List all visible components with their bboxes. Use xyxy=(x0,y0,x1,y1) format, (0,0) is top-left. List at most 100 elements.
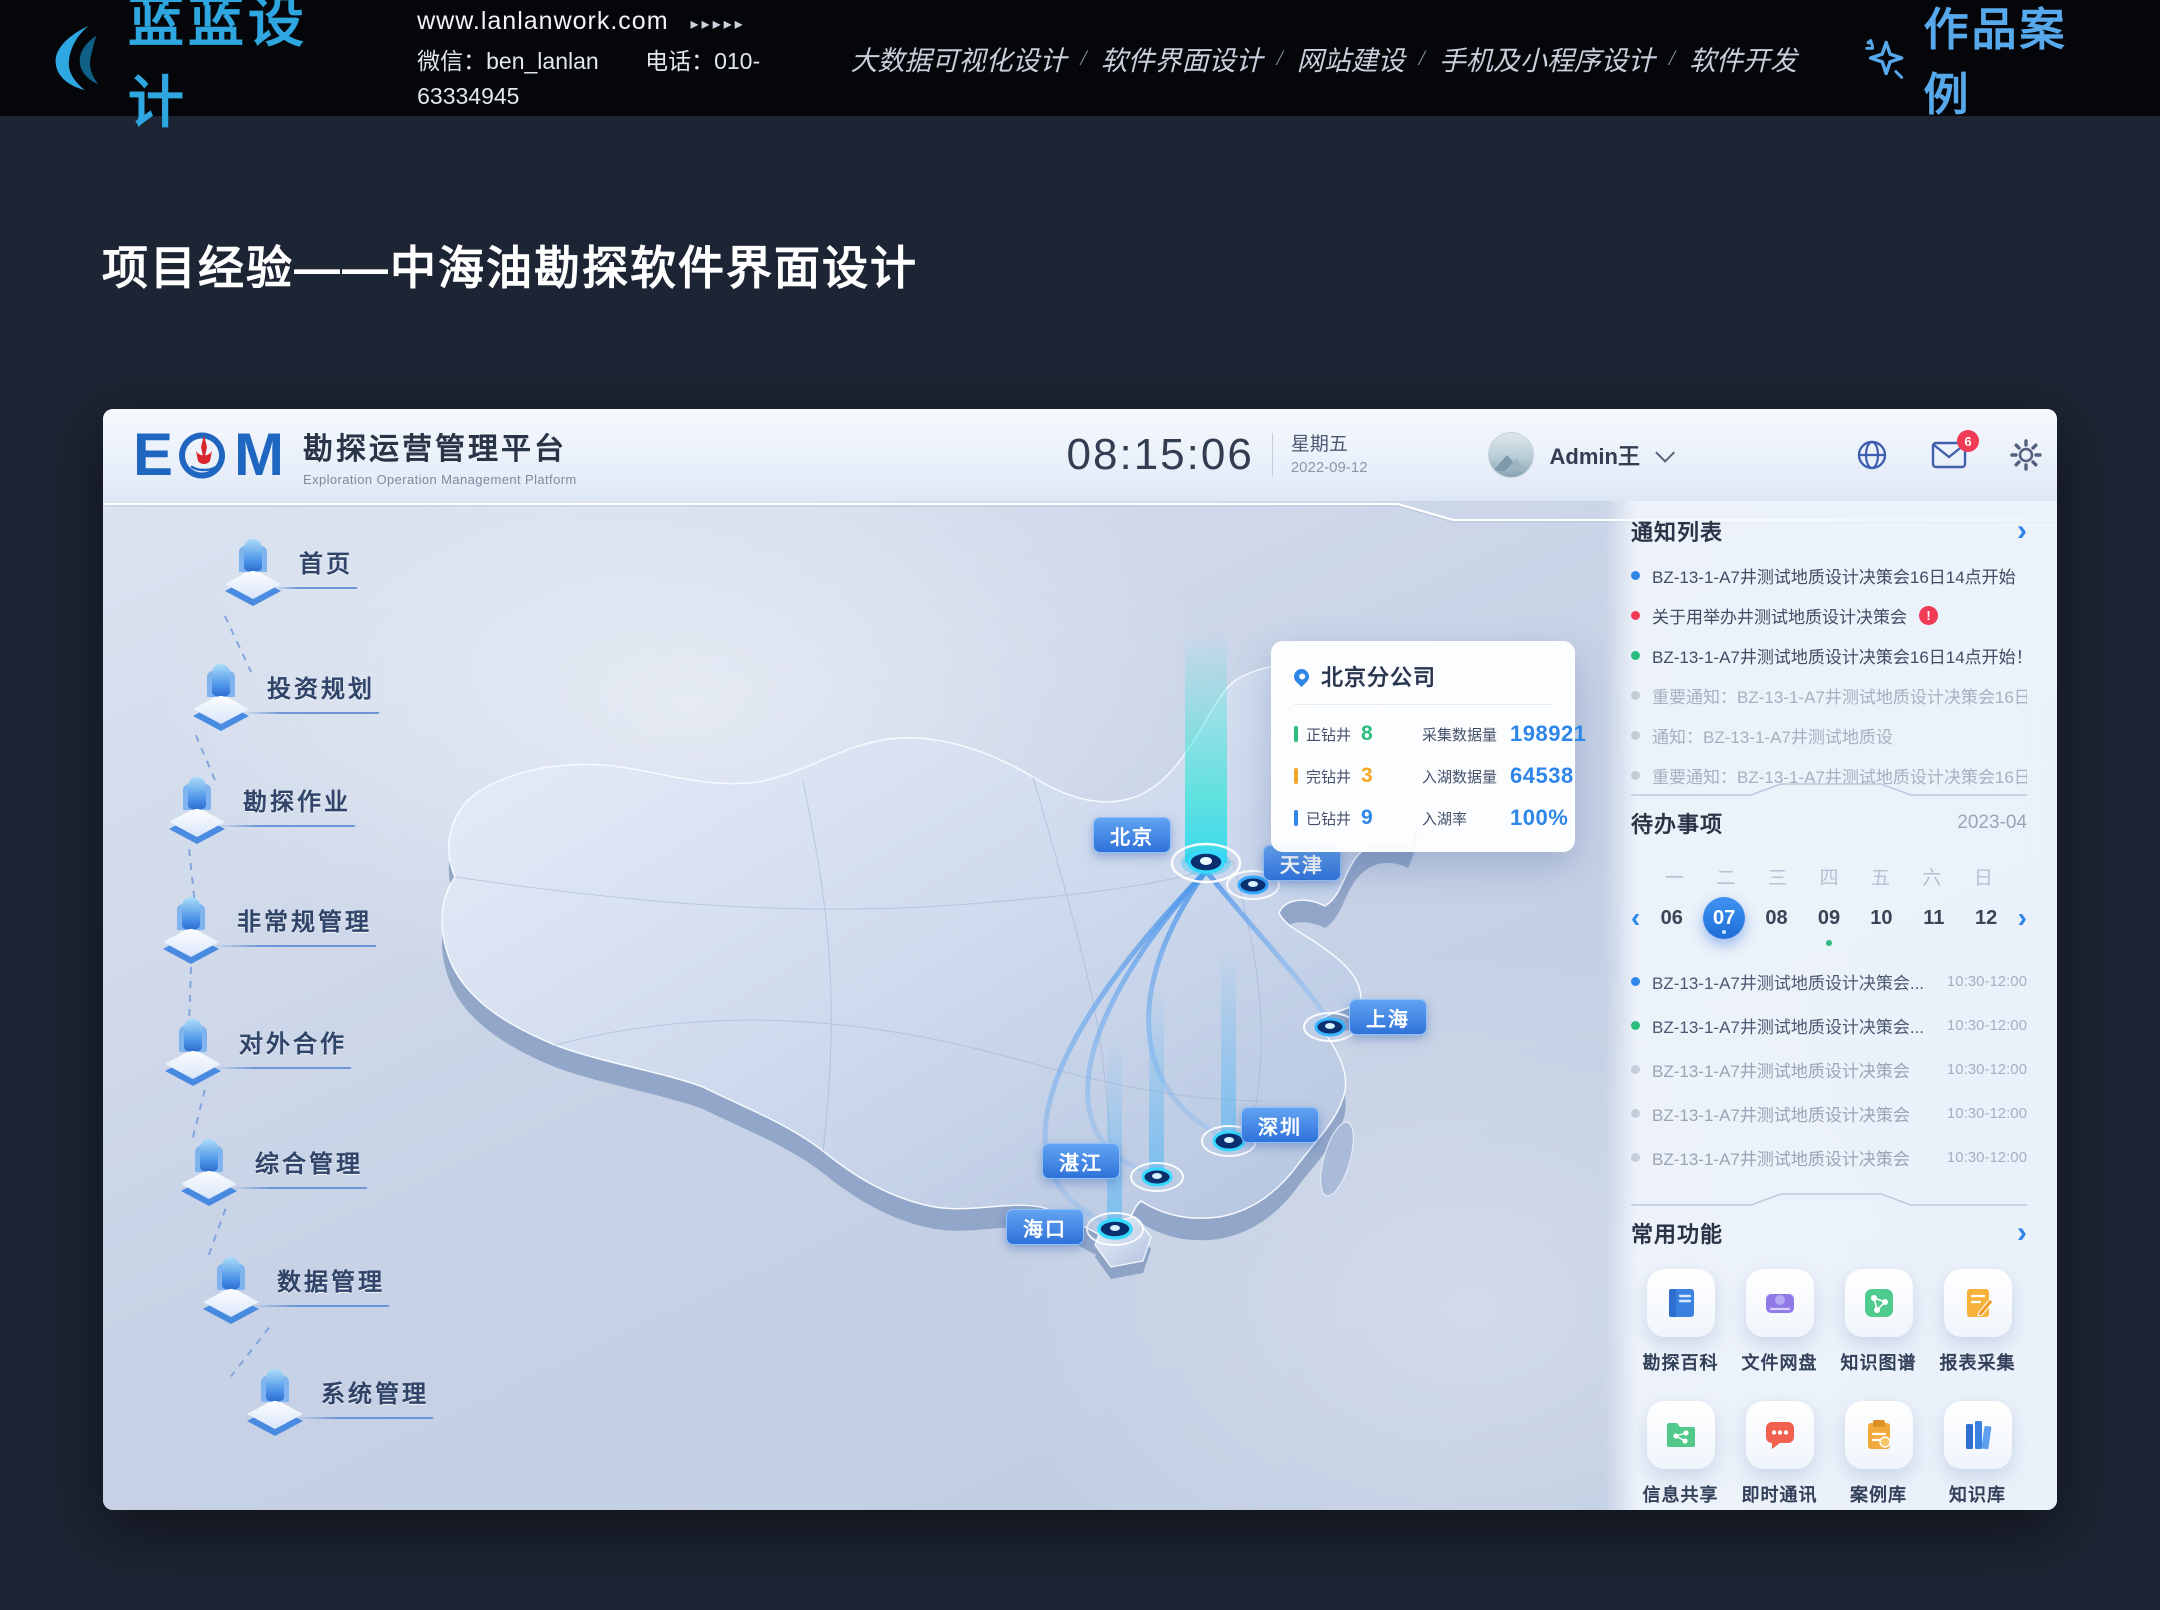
todo-item[interactable]: BZ-13-1-A7井测试地质设计决策会 10:30-12:00 xyxy=(1631,1057,2027,1082)
system-mgmt-3d-icon xyxy=(243,1361,307,1433)
status-dot-icon xyxy=(1631,651,1640,660)
website-url[interactable]: www.lanlanwork.com xyxy=(417,7,668,35)
functions-more-arrow-icon[interactable]: › xyxy=(2017,1223,2027,1243)
todo-item[interactable]: BZ-13-1-A7井测试地质设计决策会 10:30-12:00 xyxy=(1631,1145,2027,1170)
avatar[interactable] xyxy=(1488,432,1534,478)
sidebar-item-label: 对外合作 xyxy=(239,1024,347,1069)
stat-label: 正钻井 xyxy=(1306,724,1351,745)
sidebar-item-data-mgmt[interactable]: 数据管理 xyxy=(199,1249,385,1321)
nav-separator: / xyxy=(1277,45,1283,71)
lanlan-logo-icon xyxy=(40,21,112,95)
todo-time: 10:30-12:00 xyxy=(1947,973,2027,990)
func-knowledge-graph[interactable]: 知识图谱 xyxy=(1841,1269,1917,1375)
sidebar-item-exploration[interactable]: 勘探作业 xyxy=(165,769,351,841)
nav-item-dev[interactable]: 软件开发 xyxy=(1689,39,1797,78)
globe-icon[interactable] xyxy=(1855,438,1889,472)
calendar-date[interactable]: 11 xyxy=(1913,897,1955,939)
sidebar-item-label: 数据管理 xyxy=(277,1262,385,1307)
weekday-label: 四 xyxy=(1819,863,1838,890)
func-report-collect[interactable]: 报表采集 xyxy=(1940,1269,2016,1375)
func-knowledge-base[interactable]: 知识库 xyxy=(1944,1401,2012,1507)
nav-item-software-ui[interactable]: 软件界面设计 xyxy=(1101,39,1263,78)
calendar-date[interactable]: 08 xyxy=(1756,897,1798,939)
calendar-date-selected[interactable]: 07 xyxy=(1703,897,1745,939)
sidebar-item-investment[interactable]: 投资规划 xyxy=(189,656,375,728)
books-icon xyxy=(1958,1415,1998,1455)
notification-item[interactable]: BZ-13-1-A7井测试地质设计决策会16日14点开始 NEW xyxy=(1631,563,2027,588)
notification-item[interactable]: 通知：BZ-13-1-A7井测试地质设 xyxy=(1631,723,2027,748)
stat-value: 8 xyxy=(1361,722,1373,746)
drive-icon xyxy=(1760,1283,1800,1323)
notification-item[interactable]: BZ-13-1-A7井测试地质设计决策会16日14点开始！ xyxy=(1631,643,2027,668)
cnooc-emblem-icon xyxy=(176,427,232,483)
user-menu[interactable]: Admin王 xyxy=(1488,432,1670,478)
stat-lake-rate: 入湖率 100% xyxy=(1422,805,1586,831)
ecm-logo[interactable]: E M xyxy=(133,425,285,485)
todo-item[interactable]: BZ-13-1-A7井测试地质设计决策会... 10:30-12:00 xyxy=(1631,969,2027,994)
site-logo[interactable]: 蓝蓝设计 xyxy=(40,0,361,139)
sidebar-item-general-mgmt[interactable]: 综合管理 xyxy=(177,1131,363,1203)
sidebar-item-cooperation[interactable]: 对外合作 xyxy=(161,1011,347,1083)
stat-drilling-done: 完钻井 3 xyxy=(1294,763,1412,789)
sidebar-item-home[interactable]: 首页 xyxy=(221,531,353,603)
notification-list: BZ-13-1-A7井测试地质设计决策会16日14点开始 NEW 关于用举办井测… xyxy=(1631,563,2027,788)
calendar-date[interactable]: 12 xyxy=(1965,897,2007,939)
alert-badge-icon: ! xyxy=(1919,606,1938,625)
notification-item[interactable]: 重要通知：BZ-13-1-A7井测试地质设计决策会16日14... xyxy=(1631,683,2027,708)
func-case-library[interactable]: 案例库 xyxy=(1845,1401,1913,1507)
sidebar-item-label: 投资规划 xyxy=(267,669,375,714)
sidebar-item-label: 系统管理 xyxy=(321,1374,429,1419)
calendar-date[interactable]: 09 xyxy=(1808,897,1850,939)
status-dot-icon xyxy=(1631,1153,1640,1162)
notification-text: 通知：BZ-13-1-A7井测试地质设 xyxy=(1652,723,1893,748)
calendar-next-icon[interactable]: › xyxy=(2018,904,2027,932)
portfolio-link[interactable]: 作品案例 xyxy=(1857,0,2110,123)
notifications-more-arrow-icon[interactable]: › xyxy=(2017,521,2027,541)
notification-item[interactable]: 关于用举办井测试地质设计决策会 ! xyxy=(1631,603,2027,628)
platform-subtitle: Exploration Operation Management Platfor… xyxy=(303,472,577,487)
func-instant-messaging[interactable]: 即时通讯 xyxy=(1742,1401,1818,1507)
notifications-title: 通知列表 xyxy=(1631,515,1723,547)
calendar-date[interactable]: 10 xyxy=(1860,897,1902,939)
section-divider xyxy=(1631,1189,2027,1211)
sidebar-item-label: 首页 xyxy=(299,544,353,589)
calendar-date[interactable]: 06 xyxy=(1651,897,1693,939)
unconventional-3d-icon xyxy=(159,889,223,961)
stat-drilled: 已钻井 9 xyxy=(1294,805,1412,831)
gear-icon[interactable] xyxy=(2009,438,2043,472)
ecm-letter-m: M xyxy=(234,425,285,485)
stat-lake-data: 入湖数据量 64538 xyxy=(1422,763,1586,789)
mail-button[interactable]: 6 xyxy=(1931,440,1967,470)
nav-separator: / xyxy=(1080,45,1086,71)
nav-item-website[interactable]: 网站建设 xyxy=(1297,39,1405,78)
notification-text: BZ-13-1-A7井测试地质设计决策会16日14点开始！ xyxy=(1652,643,2027,668)
stat-collected-data: 采集数据量 198921 xyxy=(1422,721,1586,747)
func-label: 知识库 xyxy=(1949,1481,2006,1507)
sidebar-item-unconventional[interactable]: 非常规管理 xyxy=(159,889,372,961)
func-label: 勘探百科 xyxy=(1643,1349,1719,1375)
stat-label: 完钻井 xyxy=(1306,766,1351,787)
func-file-cloud[interactable]: 文件网盘 xyxy=(1742,1269,1818,1375)
status-dot-icon xyxy=(1631,571,1640,580)
mail-badge: 6 xyxy=(1957,430,1979,452)
nav-item-bigdata[interactable]: 大数据可视化设计 xyxy=(850,39,1066,78)
nav-item-mobile[interactable]: 手机及小程序设计 xyxy=(1439,39,1655,78)
wechat-id: 微信：ben_lanlan xyxy=(417,48,599,74)
clock-date: 2022-09-12 xyxy=(1291,458,1368,478)
chevron-down-icon[interactable] xyxy=(1655,443,1675,463)
sidebar-item-system-mgmt[interactable]: 系统管理 xyxy=(243,1361,429,1433)
stat-label: 采集数据量 xyxy=(1422,724,1500,745)
todo-text: BZ-13-1-A7井测试地质设计决策会 xyxy=(1652,1145,1935,1170)
stat-label: 入湖数据量 xyxy=(1422,766,1500,787)
todo-item[interactable]: BZ-13-1-A7井测试地质设计决策会... 10:30-12:00 xyxy=(1631,1013,2027,1038)
calendar-prev-icon[interactable]: ‹ xyxy=(1631,904,1640,932)
platform-name-block: 勘探运营管理平台 Exploration Operation Managemen… xyxy=(303,424,577,487)
cooperation-3d-icon xyxy=(161,1011,225,1083)
func-exploration-wiki[interactable]: 勘探百科 xyxy=(1643,1269,1719,1375)
func-label: 报表采集 xyxy=(1940,1349,2016,1375)
todo-item[interactable]: BZ-13-1-A7井测试地质设计决策会 10:30-12:00 xyxy=(1631,1101,2027,1126)
site-nav: 大数据可视化设计 / 软件界面设计 / 网站建设 / 手机及小程序设计 / 软件… xyxy=(850,39,1797,78)
page-title: 项目经验——中海油勘探软件界面设计 xyxy=(102,232,918,298)
func-info-share[interactable]: 信息共享 xyxy=(1643,1401,1719,1507)
portfolio-label: 作品案例 xyxy=(1924,0,2111,123)
